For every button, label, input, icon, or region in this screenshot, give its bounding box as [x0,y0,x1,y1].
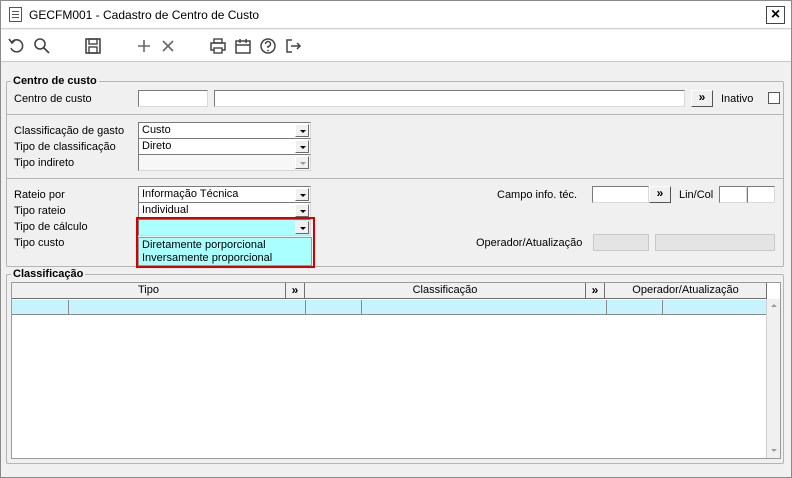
campo-info-lookup-button[interactable]: » [649,186,671,203]
rateio-por-label: Rateio por [14,189,65,201]
chevron-down-icon[interactable] [295,156,309,169]
operador-label: Operador/Atualização [476,237,583,249]
toolbar [1,30,791,62]
campo-info-label: Campo info. téc. [497,189,578,201]
chevron-down-icon[interactable] [295,204,309,217]
separator [7,178,783,179]
lin-input[interactable] [719,186,747,203]
table-cell[interactable] [607,300,663,315]
inativo-checkbox[interactable] [768,92,780,104]
title-bar: GECFM001 - Cadastro de Centro de Custo × [1,1,791,29]
inativo-label: Inativo [721,93,754,105]
classificacao-gasto-value: Custo [142,124,171,136]
window-title: GECFM001 - Cadastro de Centro de Custo [29,8,260,22]
scroll-down-icon[interactable] [768,444,780,458]
highlight-box [136,217,315,268]
table-cell[interactable] [362,300,607,315]
separator [7,114,783,115]
vertical-scrollbar[interactable] [766,299,780,458]
close-button[interactable]: × [766,6,785,24]
operador-input [593,234,649,251]
chevron-down-icon[interactable] [295,140,309,153]
tipo-rateio-value: Individual [142,204,189,216]
tipo-classificacao-label: Tipo de classificação [14,141,116,153]
tipo-classificacao-select[interactable]: Direto [138,138,311,155]
tipo-classificacao-value: Direto [142,140,172,152]
col-input[interactable] [747,186,775,203]
tipo-calculo-label: Tipo de cálculo [14,221,88,233]
centro-custo-code-input[interactable] [138,90,208,107]
tipo-lookup-button[interactable]: » [286,283,305,299]
calendar-icon[interactable] [233,36,253,56]
print-icon[interactable] [208,36,228,56]
table-cell[interactable] [69,300,306,315]
centro-custo-desc-input[interactable] [214,90,685,107]
rateio-por-select[interactable]: Informação Técnica [138,186,311,203]
classificacao-legend: Classificação [11,268,86,280]
centro-custo-legend: Centro de custo [11,75,99,87]
centro-custo-label: Centro de custo [14,93,92,105]
tipo-indireto-label: Tipo indireto [14,157,75,169]
classificacao-gasto-label: Classificação de gasto [14,125,125,137]
classificacao-lookup-button[interactable]: » [586,283,605,299]
table-cell[interactable] [663,300,767,315]
column-header-operador[interactable]: Operador/Atualização [605,283,767,299]
exit-icon[interactable] [283,36,303,56]
classificacao-grid: Tipo » Classificação » Operador/Atualiza… [11,282,781,459]
table-cell[interactable] [12,300,69,315]
add-icon[interactable] [134,36,154,56]
search-icon[interactable] [32,36,52,56]
table-cell[interactable] [306,300,362,315]
document-icon [9,7,22,22]
lin-col-label: Lin/Col [679,189,714,201]
tipo-indireto-select[interactable] [138,154,311,171]
main-window: GECFM001 - Cadastro de Centro de Custo × [0,0,792,478]
tipo-rateio-label: Tipo rateio [14,205,66,217]
campo-info-input[interactable] [592,186,649,203]
rateio-por-value: Informação Técnica [142,188,239,200]
chevron-down-icon[interactable] [295,188,309,201]
scroll-up-icon[interactable] [768,299,780,313]
table-row[interactable] [12,300,767,315]
delete-icon[interactable] [158,36,178,56]
centro-custo-lookup-button[interactable]: » [691,90,713,107]
atualizacao-input [655,234,775,251]
chevron-down-icon[interactable] [295,124,309,137]
tipo-custo-label: Tipo custo [14,237,65,249]
column-header-classificacao[interactable]: Classificação [305,283,586,299]
help-icon[interactable] [258,36,278,56]
column-header-tipo[interactable]: Tipo [12,283,286,299]
classificacao-gasto-select[interactable]: Custo [138,122,311,139]
undo-icon[interactable] [7,36,27,56]
save-icon[interactable] [83,36,103,56]
